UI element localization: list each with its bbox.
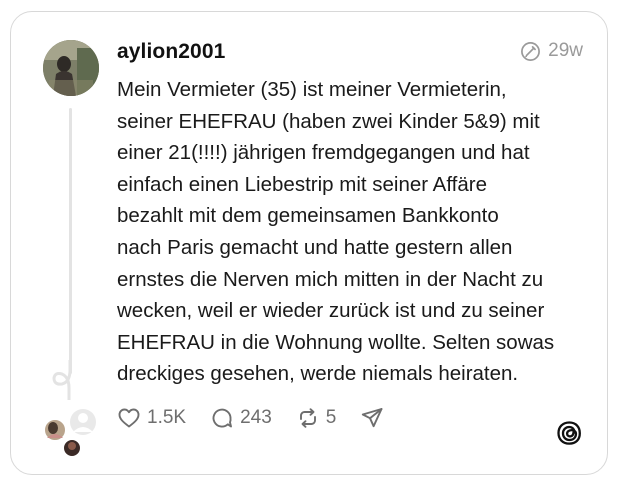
author-avatar[interactable]: [43, 40, 99, 96]
reply-button[interactable]: 243: [210, 406, 272, 430]
post-body: Mein Vermieter (35) ist meiner Vermieter…: [117, 78, 555, 386]
speech-bubble-icon: [212, 408, 233, 428]
repost-arrows-icon: [299, 408, 316, 428]
repost-count: 5: [325, 407, 337, 428]
post-time[interactable]: 29w: [520, 40, 583, 62]
post-card: aylion2001 29w Mein Vermieter (35) ist m…: [10, 11, 608, 475]
threads-logo-icon[interactable]: [555, 419, 583, 447]
send-icon: [362, 408, 383, 428]
time-label: 29w: [548, 40, 583, 61]
avatar-photo: [43, 40, 99, 96]
author-username[interactable]: aylion2001: [117, 40, 225, 64]
repost-button[interactable]: 5: [296, 406, 337, 430]
thread-curl-icon: [52, 360, 72, 400]
edited-clock-icon: [521, 41, 541, 61]
share-button[interactable]: [360, 406, 384, 430]
action-bar: 1.5K 243 5: [117, 403, 408, 433]
like-count: 1.5K: [147, 407, 187, 428]
thread-line: [69, 108, 72, 374]
heart-icon: [118, 408, 140, 428]
replier-avatars[interactable]: [39, 408, 103, 460]
reply-count: 243: [240, 407, 272, 428]
like-button[interactable]: 1.5K: [117, 406, 186, 430]
